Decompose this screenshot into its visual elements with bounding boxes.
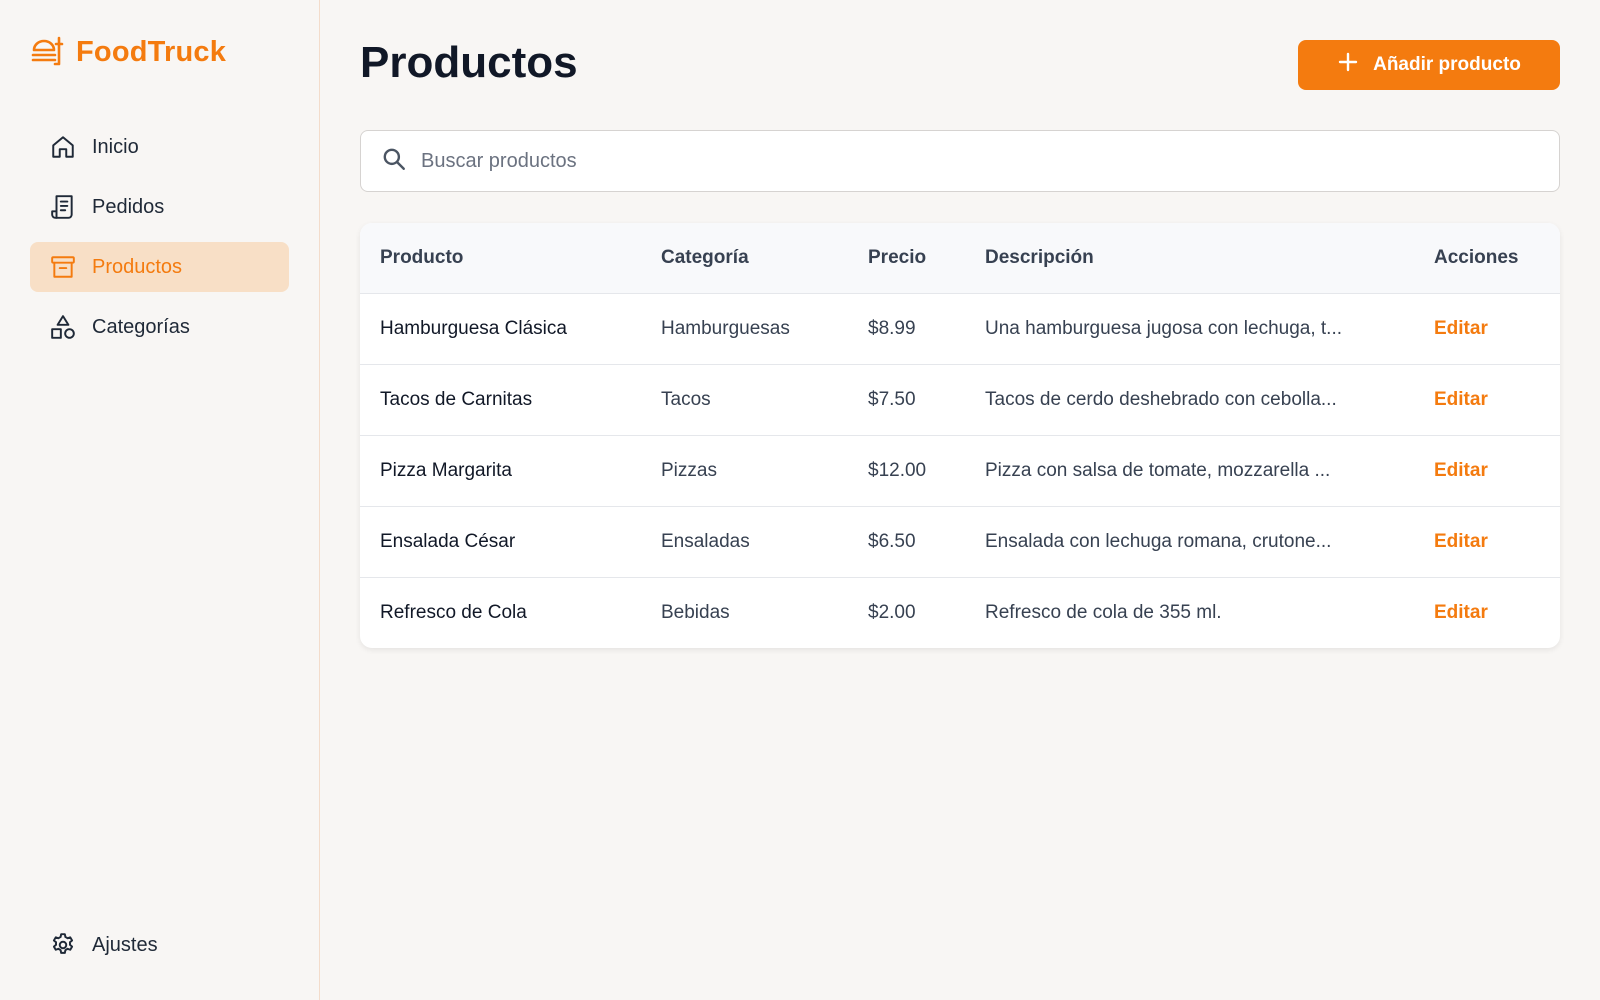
brand-name: FoodTruck bbox=[76, 36, 227, 68]
product-name: Ensalada César bbox=[380, 530, 516, 552]
column-header-producto[interactable]: Producto bbox=[360, 223, 641, 293]
edit-link[interactable]: Editar bbox=[1434, 460, 1488, 481]
actions-cell: Editar bbox=[1414, 364, 1560, 435]
product-description: Refresco de cola de 355 ml. bbox=[985, 601, 1222, 623]
product-price: $7.50 bbox=[868, 388, 916, 410]
archive-box-icon bbox=[50, 254, 76, 280]
search-input[interactable] bbox=[421, 149, 1539, 173]
sidebar-item-inicio[interactable]: Inicio bbox=[30, 122, 289, 172]
product-category: Bebidas bbox=[661, 601, 730, 623]
product-price: $8.99 bbox=[868, 317, 916, 339]
sidebar-item-label: Pedidos bbox=[92, 195, 165, 218]
product-price: $6.50 bbox=[868, 530, 916, 552]
product-name: Tacos de Carnitas bbox=[380, 388, 533, 410]
table-row: Ensalada César Ensaladas $6.50 Ensalada … bbox=[360, 506, 1560, 577]
app-root: FoodTruck Inicio Pedidos Productos Categ… bbox=[0, 0, 1600, 1000]
sidebar: FoodTruck Inicio Pedidos Productos Categ… bbox=[0, 0, 320, 1000]
actions-cell: Editar bbox=[1414, 506, 1560, 577]
product-name: Hamburguesa Clásica bbox=[380, 317, 567, 339]
brand-logo[interactable]: FoodTruck bbox=[30, 32, 226, 73]
shapes-icon bbox=[50, 314, 76, 340]
product-category: Tacos bbox=[661, 388, 711, 410]
column-header-categoria[interactable]: Categoría bbox=[641, 223, 848, 293]
table-row: Hamburguesa Clásica Hamburguesas $8.99 U… bbox=[360, 293, 1560, 364]
edit-link[interactable]: Editar bbox=[1434, 531, 1488, 552]
search-icon bbox=[381, 146, 407, 177]
actions-cell: Editar bbox=[1414, 293, 1560, 364]
product-name: Refresco de Cola bbox=[380, 601, 527, 623]
product-category: Ensaladas bbox=[661, 530, 750, 552]
column-header-precio[interactable]: Precio bbox=[848, 223, 965, 293]
table-header-row: Producto Categoría Precio Descripción Ac… bbox=[360, 223, 1560, 293]
page-title: Productos bbox=[360, 38, 578, 87]
actions-cell: Editar bbox=[1414, 577, 1560, 648]
edit-link[interactable]: Editar bbox=[1434, 318, 1488, 339]
product-category: Pizzas bbox=[661, 459, 717, 481]
add-product-button[interactable]: Añadir producto bbox=[1298, 40, 1560, 90]
product-category: Hamburguesas bbox=[661, 317, 790, 339]
table-row: Refresco de Cola Bebidas $2.00 Refresco … bbox=[360, 577, 1560, 648]
table-row: Pizza Margarita Pizzas $12.00 Pizza con … bbox=[360, 435, 1560, 506]
sidebar-footer: Ajustes bbox=[30, 920, 289, 970]
receipt-icon bbox=[50, 194, 76, 220]
sidebar-item-label: Ajustes bbox=[92, 933, 158, 956]
sidebar-item-label: Categorías bbox=[92, 315, 190, 338]
sidebar-item-pedidos[interactable]: Pedidos bbox=[30, 182, 289, 232]
sidebar-item-label: Productos bbox=[92, 255, 183, 278]
product-description: Ensalada con lechuga romana, crutone... bbox=[985, 530, 1332, 552]
sidebar-item-label: Inicio bbox=[92, 135, 139, 158]
actions-cell: Editar bbox=[1414, 435, 1560, 506]
sidebar-item-categorias[interactable]: Categorías bbox=[30, 302, 289, 352]
edit-link[interactable]: Editar bbox=[1434, 389, 1488, 410]
product-description: Tacos de cerdo deshebrado con cebolla... bbox=[985, 388, 1337, 410]
product-price: $2.00 bbox=[868, 601, 916, 623]
table-row: Tacos de Carnitas Tacos $7.50 Tacos de c… bbox=[360, 364, 1560, 435]
column-header-acciones: Acciones bbox=[1434, 246, 1519, 268]
add-product-label: Añadir producto bbox=[1373, 54, 1521, 75]
product-description: Pizza con salsa de tomate, mozzarella ..… bbox=[985, 459, 1331, 481]
sidebar-nav: Inicio Pedidos Productos Categorías bbox=[30, 122, 289, 362]
products-table: Producto Categoría Precio Descripción Ac… bbox=[360, 223, 1560, 648]
product-name: Pizza Margarita bbox=[380, 459, 512, 481]
gear-icon bbox=[50, 932, 76, 958]
search-bar bbox=[360, 130, 1560, 192]
product-price: $12.00 bbox=[868, 459, 927, 481]
column-header-descripcion[interactable]: Descripción bbox=[965, 223, 1414, 293]
sidebar-item-ajustes[interactable]: Ajustes bbox=[30, 920, 289, 970]
sidebar-item-productos[interactable]: Productos bbox=[30, 242, 289, 292]
edit-link[interactable]: Editar bbox=[1434, 602, 1488, 623]
product-description: Una hamburguesa jugosa con lechuga, t... bbox=[985, 317, 1343, 339]
home-icon bbox=[50, 134, 76, 160]
food-truck-icon bbox=[30, 32, 66, 73]
plus-icon bbox=[1337, 51, 1359, 79]
main-content: Productos Añadir producto Buscar product… bbox=[320, 0, 1600, 1000]
